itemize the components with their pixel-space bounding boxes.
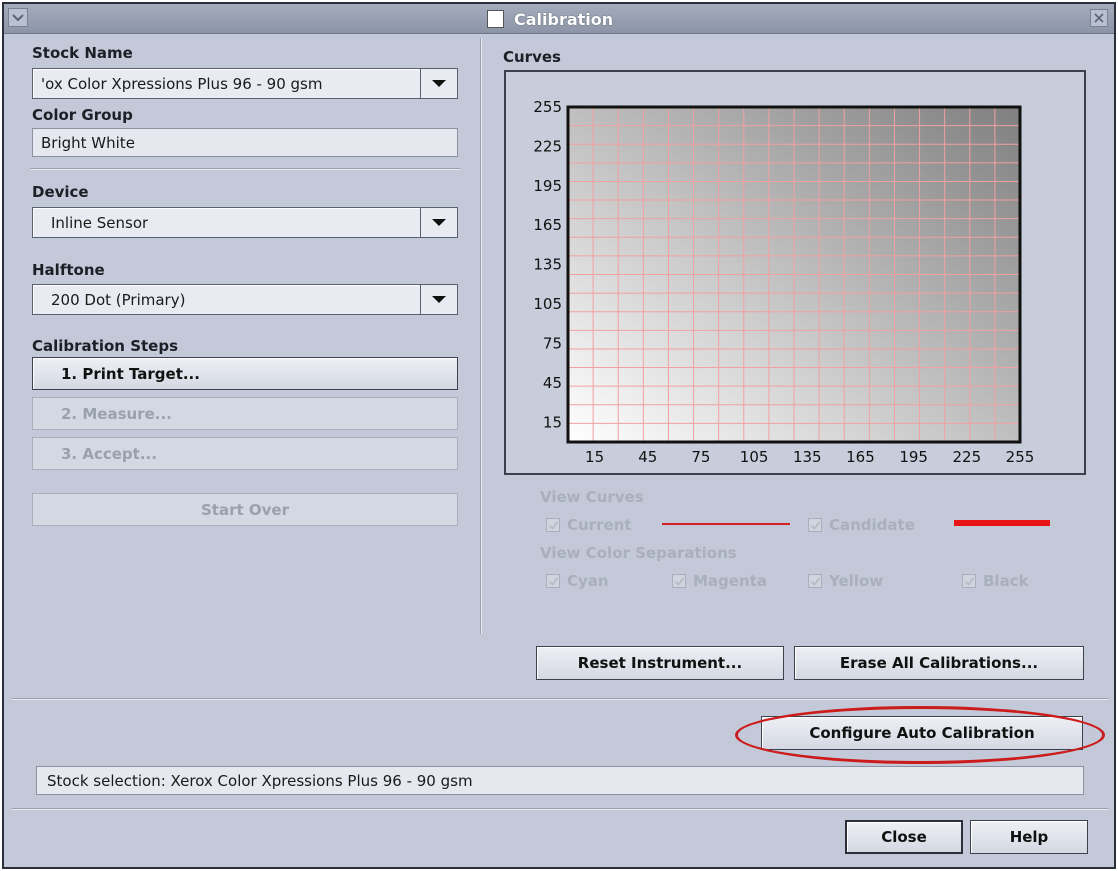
checkmark-icon	[964, 576, 974, 586]
y-tick-label: 225	[533, 137, 562, 155]
device-combo[interactable]: Inline Sensor	[32, 207, 458, 238]
color-group-field: Bright White	[32, 128, 458, 157]
checkbox-box	[808, 518, 822, 532]
x-axis-ticks: 15 45 75 105 135 165 195 225 255	[585, 448, 1034, 466]
print-target-button[interactable]: 1. Print Target...	[32, 357, 458, 390]
chevron-down-icon	[12, 13, 24, 21]
measure-button[interactable]: 2. Measure...	[32, 397, 458, 430]
vertical-separator	[480, 38, 482, 634]
cyan-checkbox-label: Cyan	[567, 572, 609, 590]
magenta-checkbox-label: Magenta	[693, 572, 767, 590]
document-icon	[487, 10, 504, 28]
calibration-steps-label: Calibration Steps	[32, 337, 179, 355]
halftone-value: 200 Dot (Primary)	[51, 291, 186, 309]
yellow-checkbox-label: Yellow	[829, 572, 884, 590]
y-tick-label: 135	[533, 256, 562, 274]
cyan-checkbox[interactable]: Cyan	[546, 572, 609, 590]
x-tick-label: 45	[638, 448, 657, 466]
window-menu-button[interactable]	[8, 8, 28, 27]
x-tick-label: 135	[793, 448, 822, 466]
checkbox-box	[546, 574, 560, 588]
magenta-checkbox[interactable]: Magenta	[672, 572, 767, 590]
close-icon	[1094, 13, 1104, 23]
current-checkbox-label: Current	[567, 516, 632, 534]
checkmark-icon	[810, 576, 820, 586]
color-group-value: Bright White	[41, 134, 135, 152]
highlight-annotation	[735, 706, 1105, 764]
device-dropdown-button[interactable]	[420, 208, 457, 237]
curves-chart: 15 45 75 105 135 165 195 225 255 15 45 75 105 135 165…	[533, 98, 1034, 466]
y-tick-label: 15	[543, 413, 562, 431]
x-tick-label: 75	[691, 448, 710, 466]
candidate-checkbox[interactable]: Candidate	[808, 516, 915, 534]
status-field: Stock selection: Xerox Color Xpressions …	[36, 766, 1084, 795]
device-label: Device	[32, 183, 89, 201]
checkmark-icon	[810, 520, 820, 530]
y-tick-label: 165	[533, 216, 562, 234]
erase-all-calibrations-button[interactable]: Erase All Calibrations...	[794, 646, 1084, 680]
calibration-window: Calibration Stock Name 'ox Color Xpressi…	[2, 2, 1116, 869]
color-group-label: Color Group	[32, 106, 133, 124]
yellow-checkbox[interactable]: Yellow	[808, 572, 883, 590]
view-curves-label: View Curves	[540, 488, 644, 506]
x-tick-label: 255	[1006, 448, 1035, 466]
checkmark-icon	[548, 520, 558, 530]
checkmark-icon	[548, 576, 558, 586]
accept-button[interactable]: 3. Accept...	[32, 437, 458, 470]
x-tick-label: 165	[846, 448, 875, 466]
black-checkbox-label: Black	[983, 572, 1029, 590]
candidate-checkbox-label: Candidate	[829, 516, 915, 534]
checkbox-box	[808, 574, 822, 588]
chevron-down-icon	[432, 80, 446, 87]
x-tick-label: 105	[740, 448, 769, 466]
separator	[30, 168, 460, 170]
stock-name-value: 'ox Color Xpressions Plus 96 - 90 gsm	[41, 75, 323, 93]
y-tick-label: 75	[543, 334, 562, 352]
stock-name-label: Stock Name	[32, 44, 133, 62]
stock-name-dropdown-button[interactable]	[420, 69, 457, 98]
title-bar: Calibration	[4, 4, 1114, 34]
window-title: Calibration	[514, 9, 614, 29]
chevron-down-icon	[432, 296, 446, 303]
black-checkbox[interactable]: Black	[962, 572, 1029, 590]
checkbox-box	[546, 518, 560, 532]
help-button[interactable]: Help	[970, 820, 1088, 854]
curves-label: Curves	[503, 48, 561, 66]
current-checkbox[interactable]: Current	[546, 516, 632, 534]
reset-instrument-button[interactable]: Reset Instrument...	[536, 646, 784, 680]
halftone-label: Halftone	[32, 261, 105, 279]
stock-name-combo[interactable]: 'ox Color Xpressions Plus 96 - 90 gsm	[32, 68, 458, 99]
y-tick-label: 255	[533, 98, 562, 116]
window-close-button[interactable]	[1090, 9, 1108, 27]
x-tick-label: 195	[899, 448, 928, 466]
halftone-dropdown-button[interactable]	[420, 285, 457, 314]
checkbox-box	[672, 574, 686, 588]
halftone-combo[interactable]: 200 Dot (Primary)	[32, 284, 458, 315]
y-tick-label: 105	[533, 295, 562, 313]
separator	[12, 698, 1108, 700]
y-axis-ticks: 15 45 75 105 135 165 195 225 255	[533, 98, 562, 431]
title-group: Calibration	[487, 8, 613, 30]
candidate-curve-swatch	[954, 520, 1050, 526]
checkbox-box	[962, 574, 976, 588]
y-tick-label: 195	[533, 177, 562, 195]
separator	[12, 808, 1108, 810]
current-curve-swatch	[662, 523, 790, 525]
y-tick-label: 45	[543, 374, 562, 392]
close-button[interactable]: Close	[845, 820, 963, 854]
x-tick-label: 225	[953, 448, 982, 466]
x-tick-label: 15	[585, 448, 604, 466]
checkmark-icon	[674, 576, 684, 586]
start-over-button[interactable]: Start Over	[32, 493, 458, 526]
curves-chart-frame: 15 45 75 105 135 165 195 225 255 15 45 75 105 135 165…	[504, 70, 1086, 475]
device-value: Inline Sensor	[51, 214, 149, 232]
view-color-separations-label: View Color Separations	[540, 544, 737, 562]
status-text: Stock selection: Xerox Color Xpressions …	[47, 772, 473, 790]
chevron-down-icon	[432, 219, 446, 226]
